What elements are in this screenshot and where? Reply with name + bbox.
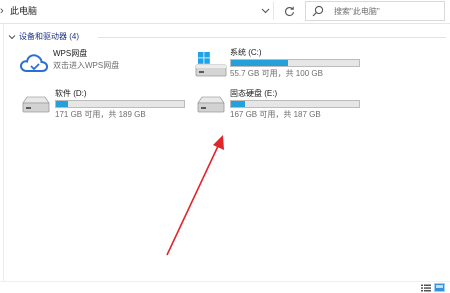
drive-name: WPS网盘	[53, 49, 88, 58]
drive-name: 系统 (C:)	[230, 48, 262, 57]
tiles-view-button[interactable]	[434, 283, 445, 292]
chevron-down-icon	[261, 8, 270, 14]
hard-drive-icon	[22, 96, 50, 113]
group-title: 设备和驱动器 (4)	[19, 32, 79, 41]
large-icons-view-icon	[435, 284, 444, 291]
drive-usage-fill	[231, 60, 288, 66]
drive-usage-bar	[230, 59, 360, 67]
drive-free-space: 55.7 GB 可用，共 100 GB	[230, 69, 323, 78]
address-path[interactable]: 此电脑	[10, 5, 37, 18]
arrowhead-icon	[213, 135, 224, 150]
list-view-icon	[420, 284, 431, 291]
drive-subtitle: 双击进入WPS网盘	[53, 61, 120, 70]
drive-name: 固态硬盘 (E:)	[230, 89, 278, 98]
devices-group-header[interactable]: 设备和驱动器 (4)	[8, 30, 446, 44]
hard-drive-icon	[197, 96, 225, 113]
drive-tile-e[interactable]: 固态硬盘 (E:) 167 GB 可用，共 187 GB	[195, 89, 365, 119]
refresh-icon	[284, 6, 294, 16]
drive-usage-fill	[56, 101, 69, 107]
drive-usage-bar	[230, 100, 360, 108]
drive-tile-c[interactable]: 系统 (C:) 55.7 GB 可用，共 100 GB	[195, 48, 365, 78]
search-placeholder: 搜索"此电脑"	[334, 7, 380, 16]
search-input[interactable]: 搜索"此电脑"	[305, 1, 445, 21]
drive-free-space: 167 GB 可用，共 187 GB	[230, 110, 321, 119]
chevron-down-icon	[8, 35, 16, 40]
drive-tile-d[interactable]: 软件 (D:) 171 GB 可用，共 189 GB	[20, 89, 190, 119]
status-bar-divider	[0, 281, 450, 282]
address-toolbar: › 此电脑 搜索"此电脑"	[0, 0, 450, 24]
breadcrumb-chevron-icon[interactable]: ›	[0, 5, 8, 18]
drive-usage-fill	[231, 101, 245, 107]
drive-free-space: 171 GB 可用，共 189 GB	[55, 110, 146, 119]
address-history-dropdown[interactable]	[258, 2, 274, 20]
drive-name: 软件 (D:)	[55, 89, 87, 98]
view-toggle	[420, 283, 448, 293]
refresh-button[interactable]	[280, 2, 298, 20]
group-divider	[98, 37, 446, 38]
drive-tile-wps[interactable]: WPS网盘 双击进入WPS网盘	[18, 49, 178, 79]
navigation-pane-edge	[0, 24, 4, 282]
search-icon	[312, 5, 324, 17]
details-view-button[interactable]	[420, 283, 431, 292]
windows-drive-icon	[195, 52, 227, 77]
cloud-icon	[20, 54, 49, 72]
drive-usage-bar	[55, 100, 185, 108]
